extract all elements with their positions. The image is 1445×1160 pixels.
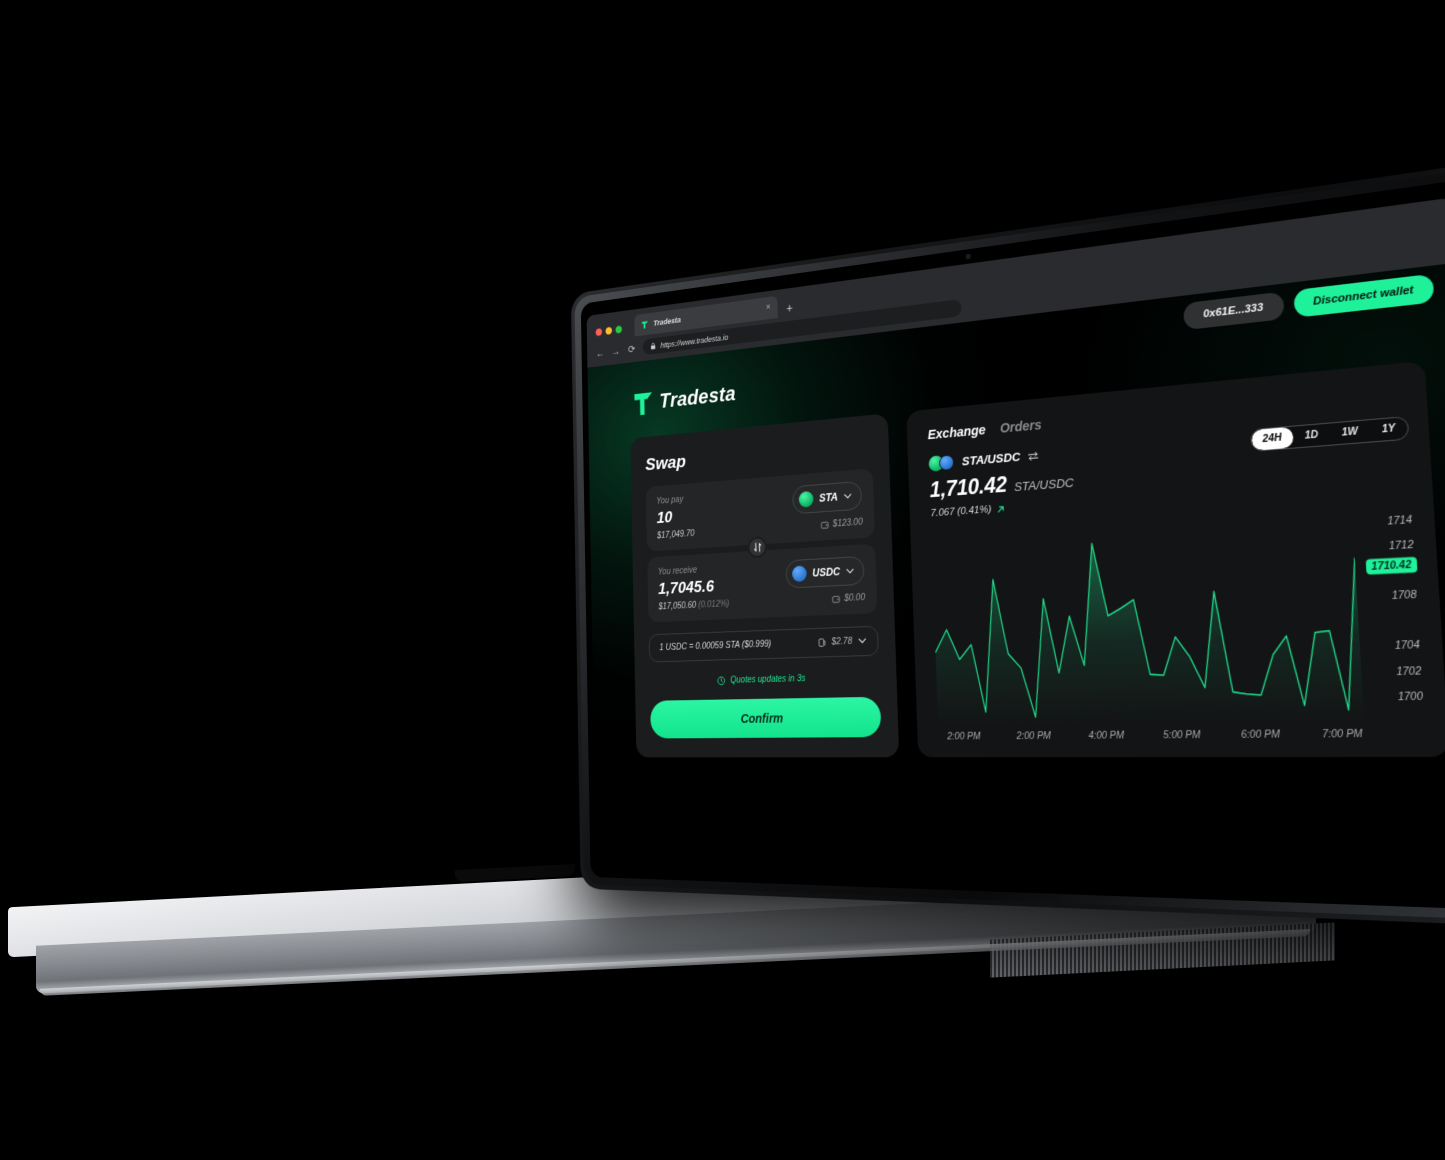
chart-x-tick: 4:00 PM <box>1088 730 1125 742</box>
chart-y-axis: 1714 1712 1710.42 1708 1704 1702 1700 <box>1352 501 1427 722</box>
webcam-icon <box>965 253 971 260</box>
usdc-token-icon <box>938 454 955 472</box>
chart-y-tick: 1704 <box>1394 639 1421 653</box>
pay-balance-value: $123.00 <box>832 517 863 530</box>
tradesta-favicon <box>641 320 649 329</box>
pay-token-selector[interactable]: STA <box>792 480 863 515</box>
back-button[interactable]: ← <box>596 346 605 359</box>
lock-icon <box>650 342 656 350</box>
chart-line-svg <box>931 505 1365 727</box>
pair-summary: STA/USDC 1,710.42 STA/USDC 7.067 (0.41%) <box>928 444 1075 519</box>
chevron-down-icon <box>846 568 854 574</box>
receive-token-selector[interactable]: USDC <box>785 555 865 589</box>
receive-balance-value: $0.00 <box>844 592 866 604</box>
you-receive-amount-input[interactable]: 1,7045.6 <box>658 574 783 599</box>
wallet-address-pill[interactable]: 0x61E...333 <box>1182 291 1285 331</box>
chart-x-tick: 6:00 PM <box>1240 729 1281 741</box>
arrow-up-right-icon <box>997 504 1005 513</box>
receive-token-name: USDC <box>812 565 841 580</box>
usdc-token-icon <box>791 565 807 582</box>
price-change-row: 7.067 (0.41%) <box>930 498 1074 519</box>
timeframe-1y[interactable]: 1Y <box>1369 417 1408 442</box>
chart-y-tick: 1700 <box>1397 690 1424 703</box>
pair-name: STA/USDC <box>961 449 1021 469</box>
disconnect-wallet-button[interactable]: Disconnect wallet <box>1293 273 1435 318</box>
window-traffic-lights[interactable] <box>595 324 628 337</box>
exchange-panel: Exchange Orders STA/USDC 1,710.42 STA/US… <box>906 360 1445 757</box>
tradesta-logo-icon <box>634 392 653 416</box>
app-page: 0x61E...333 Disconnect wallet Tradesta S… <box>587 262 1445 902</box>
pay-balance: $123.00 <box>820 517 863 530</box>
gas-estimate: $2.78 <box>818 636 866 648</box>
timeframe-selector: 24H 1D 1W 1Y <box>1249 415 1410 452</box>
confirm-button[interactable]: Confirm <box>650 696 882 739</box>
sta-token-icon <box>798 490 814 508</box>
swap-io-group: You pay 10 $17,049.70 STA $123.00 You re… <box>645 468 878 623</box>
laptop-screen: Tradesta × + ← → ⟳ https://www.tradesta.… <box>570 163 1445 927</box>
wallet-icon <box>820 520 828 529</box>
chart-y-tick: 1708 <box>1391 589 1418 602</box>
timeframe-24h[interactable]: 24H <box>1250 426 1294 451</box>
exchange-rate-row[interactable]: 1 USDC = 0.00059 STA ($0.999) $2.78 <box>648 625 879 663</box>
exchange-header: STA/USDC 1,710.42 STA/USDC 7.067 (0.41%)… <box>928 415 1413 519</box>
url-text: https://www.tradesta.io <box>660 332 729 350</box>
chart-x-tick: 2:00 PM <box>947 731 981 742</box>
chart-y-tick: 1712 <box>1388 539 1414 553</box>
swap-arrows-icon <box>753 542 762 553</box>
receive-balance: $0.00 <box>832 592 866 604</box>
you-receive-usd: $17,050.60 (0.012%) <box>658 596 783 612</box>
chart-x-tick: 2:00 PM <box>1016 730 1052 742</box>
pay-token-name: STA <box>818 490 839 505</box>
price-unit: STA/USDC <box>1013 475 1074 494</box>
chart-y-tick: 1702 <box>1396 665 1422 678</box>
price-chart: 1714 1712 1710.42 1708 1704 1702 1700 <box>931 501 1427 727</box>
chart-current-price-badge: 1710.42 <box>1365 556 1418 575</box>
receive-usd-value: $17,050.60 <box>658 600 697 612</box>
swap-title: Swap <box>645 451 687 475</box>
swap-pair-icon[interactable] <box>1027 450 1039 460</box>
chevron-down-icon <box>844 493 852 499</box>
exchange-tabs: Exchange Orders <box>927 383 1406 442</box>
gas-value: $2.78 <box>831 636 853 647</box>
chart-plot-area[interactable] <box>931 505 1365 727</box>
current-price: 1,710.42 <box>929 472 1008 502</box>
quotes-timer-text: Quotes updates in 3s <box>730 673 806 686</box>
chart-x-tick: 5:00 PM <box>1162 729 1201 741</box>
chart-x-tick: 7:00 PM <box>1321 728 1363 741</box>
chart-y-tick: 1714 <box>1387 514 1413 528</box>
quotes-timer: Quotes updates in 3s <box>650 668 880 688</box>
clock-icon <box>717 676 726 686</box>
screen-bezel: Tradesta × + ← → ⟳ https://www.tradesta.… <box>580 179 1445 911</box>
background-glow-secondary <box>1065 262 1445 593</box>
gas-pump-icon <box>818 637 826 647</box>
forward-button[interactable]: → <box>611 344 621 357</box>
reload-button[interactable]: ⟳ <box>627 342 637 355</box>
tab-orders[interactable]: Orders <box>1000 417 1042 436</box>
price-change: 7.067 (0.41%) <box>930 503 992 520</box>
tab-exchange[interactable]: Exchange <box>927 422 985 442</box>
timeframe-1w[interactable]: 1W <box>1329 420 1370 444</box>
browser-window: Tradesta × + ← → ⟳ https://www.tradesta.… <box>586 197 1445 902</box>
scene: Tradesta × + ← → ⟳ https://www.tradesta.… <box>0 0 1445 1160</box>
receive-usd-pct: (0.012%) <box>698 598 730 610</box>
exchange-rate-text: 1 USDC = 0.00059 STA ($0.999) <box>659 639 772 653</box>
wallet-icon <box>832 595 840 603</box>
tab-close-icon[interactable]: × <box>766 303 771 313</box>
swap-panel: Swap You pay 10 $17,049.70 STA $123.00 Y… <box>630 413 900 758</box>
chart-x-axis: 2:00 PM 2:00 PM 4:00 PM 5:00 PM 6:00 PM 7:00 … <box>938 722 1428 744</box>
pair-token-icons <box>928 454 956 472</box>
chevron-down-icon[interactable] <box>858 638 867 644</box>
